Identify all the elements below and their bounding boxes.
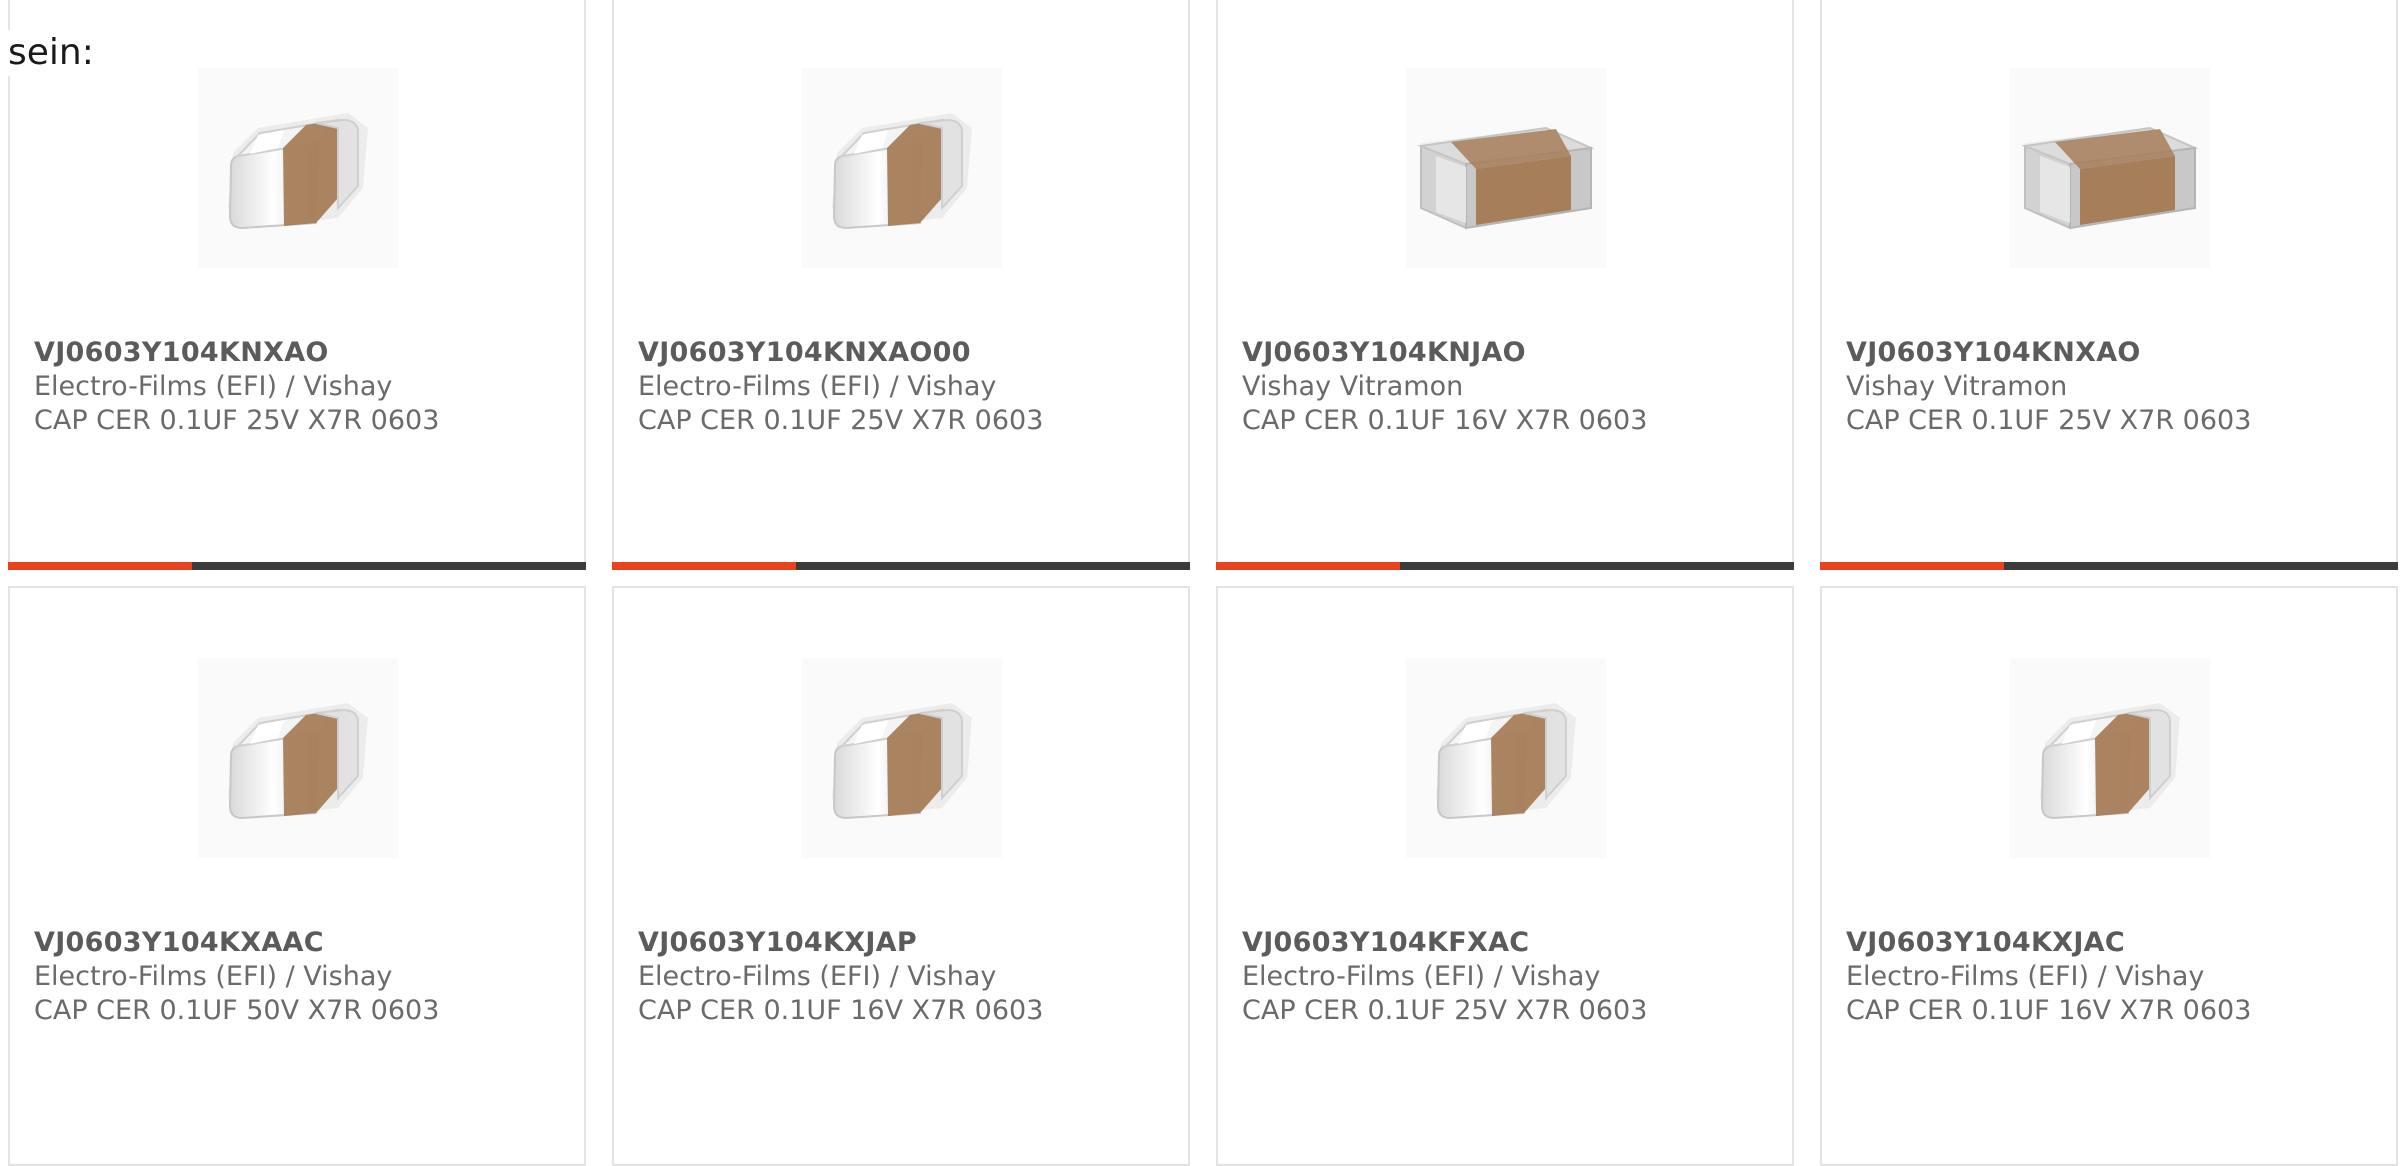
part-number-link[interactable]: VJ0603Y104KNXAO00 (638, 336, 1176, 370)
product-description: CAP CER 0.1UF 50V X7R 0603 (34, 995, 440, 1026)
capacitor-chip-icon[interactable] (1406, 658, 1606, 858)
capacitor-chip-icon[interactable] (2010, 658, 2210, 858)
card-footer-bar (8, 562, 586, 570)
product-info: VJ0603Y104KXJAP Electro-Films (EFI) / Vi… (638, 926, 1176, 1028)
part-number-link[interactable]: VJ0603Y104KXJAC (1846, 926, 2384, 960)
product-card[interactable]: VJ0603Y104KNXAO Electro-Films (EFI) / Vi… (8, 0, 586, 570)
capacitor-chip-icon[interactable] (198, 658, 398, 858)
product-description: CAP CER 0.1UF 25V X7R 0603 (34, 405, 440, 436)
manufacturer-name: Vishay Vitramon (1846, 371, 2068, 402)
product-card[interactable]: VJ0603Y104KNXAO00 Electro-Films (EFI) / … (612, 0, 1190, 570)
card-footer-bar (1820, 562, 2398, 570)
product-card[interactable]: VJ0603Y104KXAAC Electro-Films (EFI) / Vi… (8, 586, 586, 1166)
capacitor-chip-large-icon[interactable] (2010, 68, 2210, 268)
capacitor-chip-large-icon[interactable] (1406, 68, 1606, 268)
product-info: VJ0603Y104KXJAC Electro-Films (EFI) / Vi… (1846, 926, 2384, 1028)
manufacturer-name: Electro-Films (EFI) / Vishay (1242, 961, 1601, 992)
product-description: CAP CER 0.1UF 25V X7R 0603 (1846, 405, 2252, 436)
capacitor-chip-icon[interactable] (198, 68, 398, 268)
product-card[interactable]: VJ0603Y104KFXAC Electro-Films (EFI) / Vi… (1216, 586, 1794, 1166)
product-info: VJ0603Y104KNXAO Vishay Vitramon CAP CER … (1846, 336, 2384, 438)
intro-text: sein: (8, 30, 94, 76)
product-description: CAP CER 0.1UF 16V X7R 0603 (1846, 995, 2252, 1026)
card-accent-bar (8, 562, 192, 570)
card-accent-bar (1820, 562, 2004, 570)
manufacturer-name: Electro-Films (EFI) / Vishay (638, 371, 997, 402)
capacitor-chip-icon[interactable] (802, 68, 1002, 268)
card-accent-bar (1216, 562, 1400, 570)
product-description: CAP CER 0.1UF 16V X7R 0603 (638, 995, 1044, 1026)
part-number-link[interactable]: VJ0603Y104KXAAC (34, 926, 572, 960)
manufacturer-name: Electro-Films (EFI) / Vishay (638, 961, 997, 992)
part-number-link[interactable]: VJ0603Y104KXJAP (638, 926, 1176, 960)
product-card[interactable]: VJ0603Y104KNXAO Vishay Vitramon CAP CER … (1820, 0, 2398, 570)
product-info: VJ0603Y104KNXAO Electro-Films (EFI) / Vi… (34, 336, 572, 438)
product-info: VJ0603Y104KXAAC Electro-Films (EFI) / Vi… (34, 926, 572, 1028)
product-card[interactable]: VJ0603Y104KXJAP Electro-Films (EFI) / Vi… (612, 586, 1190, 1166)
part-number-link[interactable]: VJ0603Y104KFXAC (1242, 926, 1780, 960)
product-description: CAP CER 0.1UF 25V X7R 0603 (1242, 995, 1648, 1026)
manufacturer-name: Electro-Films (EFI) / Vishay (34, 371, 393, 402)
product-info: VJ0603Y104KNXAO00 Electro-Films (EFI) / … (638, 336, 1176, 438)
product-card[interactable]: VJ0603Y104KXJAC Electro-Films (EFI) / Vi… (1820, 586, 2398, 1166)
manufacturer-name: Vishay Vitramon (1242, 371, 1464, 402)
part-number-link[interactable]: VJ0603Y104KNXAO (1846, 336, 2384, 370)
product-card[interactable]: VJ0603Y104KNJAO Vishay Vitramon CAP CER … (1216, 0, 1794, 570)
card-footer-bar (612, 562, 1190, 570)
part-number-link[interactable]: VJ0603Y104KNXAO (34, 336, 572, 370)
product-info: VJ0603Y104KNJAO Vishay Vitramon CAP CER … (1242, 336, 1780, 438)
capacitor-chip-icon[interactable] (802, 658, 1002, 858)
product-grid: VJ0603Y104KNXAO Electro-Films (EFI) / Vi… (0, 0, 2400, 1166)
card-footer-bar (1216, 562, 1794, 570)
manufacturer-name: Electro-Films (EFI) / Vishay (34, 961, 393, 992)
part-number-link[interactable]: VJ0603Y104KNJAO (1242, 336, 1780, 370)
manufacturer-name: Electro-Films (EFI) / Vishay (1846, 961, 2205, 992)
product-description: CAP CER 0.1UF 16V X7R 0603 (1242, 405, 1648, 436)
card-accent-bar (612, 562, 796, 570)
product-description: CAP CER 0.1UF 25V X7R 0603 (638, 405, 1044, 436)
product-info: VJ0603Y104KFXAC Electro-Films (EFI) / Vi… (1242, 926, 1780, 1028)
